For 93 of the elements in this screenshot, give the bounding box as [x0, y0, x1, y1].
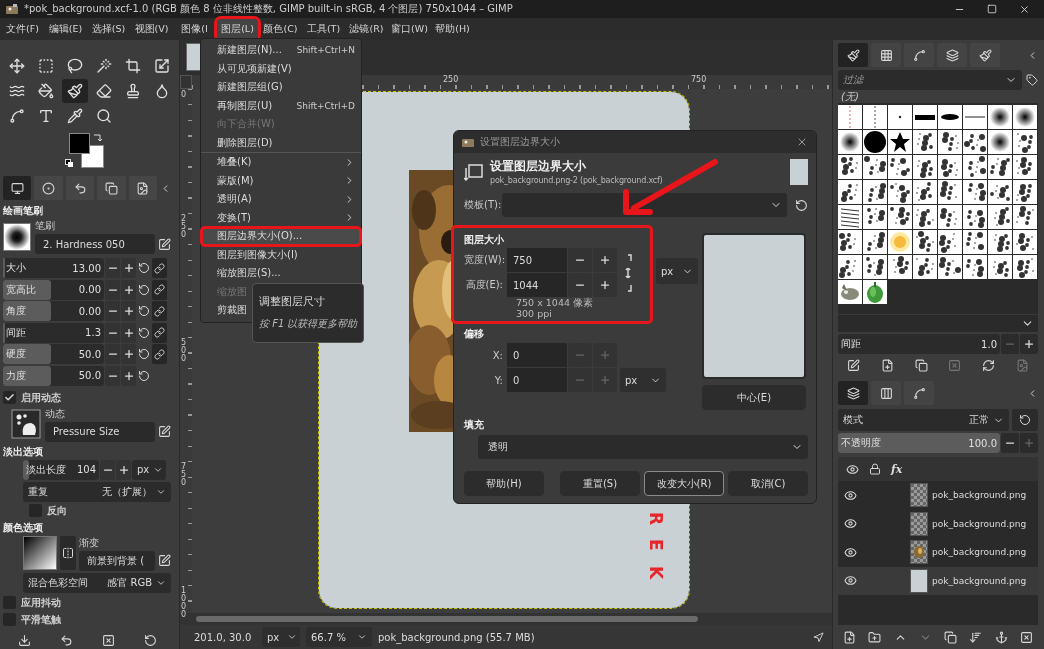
slider-field[interactable]: 不透明度 100.0	[838, 433, 1000, 453]
slider-field[interactable]: 硬度 50.0	[3, 344, 104, 364]
menu-item[interactable]: 工具(T)	[303, 19, 344, 39]
fill-dropdown[interactable]: 透明	[478, 435, 808, 459]
center-button[interactable]: 中心(E)	[702, 385, 806, 410]
field-label: 高度(E):	[464, 278, 504, 292]
menu-item[interactable]: 帮助(H)	[432, 19, 473, 39]
checkbox-label: 反向	[47, 503, 67, 518]
menu-item[interactable]: 滤镜(R)	[346, 19, 387, 39]
brush-field[interactable]: 2. Hardness 050	[35, 234, 155, 254]
menu-item[interactable]: 从可见项新建(V)	[201, 59, 361, 78]
gradient-field[interactable]: 前景到背景 (	[79, 550, 155, 571]
dialog-button[interactable]: 帮助(H)	[464, 471, 544, 496]
slider-field[interactable]: 间距 1.0	[838, 334, 1000, 354]
field-label: X:	[491, 349, 504, 361]
section-heading: 淡出选项	[3, 444, 44, 459]
ruler-label: 0	[181, 91, 187, 99]
image-info: pok_background.png (55.7 MB)	[378, 631, 535, 643]
slider-field[interactable]: 力度 50.0	[3, 365, 104, 386]
menu-item[interactable]: 堆叠(K)	[201, 153, 361, 172]
layer-row[interactable]: pok_background.png	[838, 566, 1038, 595]
checkbox-label: 应用抖动	[21, 595, 61, 610]
ruler-label: 250	[443, 76, 459, 84]
dialog-button[interactable]: 改变大小(R)	[644, 471, 724, 496]
menu-item[interactable]: 视图(V)	[131, 19, 172, 39]
menu-item[interactable]: 图层边界大小(O)...	[201, 227, 361, 246]
number-field[interactable]: 1044	[507, 273, 567, 297]
layer-row[interactable]: pok_background.png	[838, 481, 1038, 510]
dynamics-field[interactable]: Pressure Size	[45, 421, 155, 442]
ruler-label: 1000	[181, 587, 187, 619]
slider-field[interactable]: 大小 13.00	[3, 258, 104, 278]
pixel-size-text: 750 x 1044 像素	[516, 297, 594, 308]
menu-item[interactable]: 颜色(C)	[260, 19, 301, 39]
dialog-button[interactable]: 取消(C)	[728, 471, 808, 496]
filter-field[interactable]: 过滤	[838, 70, 1022, 90]
ruler-label: 750	[691, 76, 707, 84]
layer-row[interactable]: pok_background.png	[838, 538, 1038, 567]
menu-item[interactable]: 选择(S)	[88, 19, 129, 39]
checkbox-label: 平滑笔触	[21, 612, 61, 627]
mode-dropdown[interactable]: 模式 正常	[838, 409, 1009, 431]
field-label: 动态	[45, 406, 66, 421]
section-heading: 颜色选项	[3, 520, 44, 535]
menu-item[interactable]: 文件(F)	[2, 19, 43, 39]
slider-field[interactable]: 宽高比 0.00	[3, 279, 104, 300]
menu-item[interactable]: 透明(A)	[201, 190, 361, 209]
resolution-text: 300 ppi	[516, 308, 553, 319]
checkbox-label: 启用动态	[21, 390, 61, 405]
menu-item[interactable]: 窗口(W)	[389, 19, 430, 39]
dialog-heading: 设置图层边界大小	[490, 158, 587, 175]
menu-item[interactable]: 编辑(E)	[45, 19, 86, 39]
field-label: 笔刷	[35, 219, 56, 233]
image-letter: K	[647, 565, 665, 580]
tag-label: (无)	[841, 91, 860, 103]
unit-dropdown[interactable]: px	[620, 368, 666, 392]
ruler-label: 250	[181, 215, 187, 239]
blend-dropdown[interactable]: 混合色彩空间 感官 RGB	[23, 572, 171, 593]
menu-item[interactable]: 图像(I	[174, 19, 215, 39]
section-heading: 绘画笔刷	[3, 204, 44, 218]
field-label: Y:	[493, 374, 504, 386]
number-field[interactable]: 750	[507, 248, 567, 272]
effects-label: fx	[891, 462, 903, 476]
slider-field[interactable]: 角度 0.00	[3, 301, 104, 321]
repeat-dropdown[interactable]: 重复 无（扩展）	[23, 481, 171, 502]
field-label: 宽度(W):	[464, 253, 506, 267]
slider-field[interactable]: 淡出长度 104	[23, 459, 99, 480]
ruler-label: 500	[181, 339, 187, 363]
pointer-coordinates: 201.0, 30.0	[194, 631, 253, 643]
section-heading: 图层大小	[464, 233, 505, 247]
unit-dropdown[interactable]: px	[262, 627, 300, 647]
dialog-title: 设置图层边界大小	[480, 135, 560, 149]
menu-item[interactable]: 变换(T)	[201, 208, 361, 227]
menu-item[interactable]: 删除图层(D)	[201, 133, 361, 152]
image-letter: E	[647, 538, 665, 553]
menu-item[interactable]: 缩放图层(S)...	[201, 264, 361, 283]
dialog-button[interactable]: 重置(S)	[560, 471, 640, 496]
ruler-label: 750	[181, 463, 187, 487]
image-letter: R	[647, 511, 665, 526]
menu-item[interactable]: 再制图层(U) Shift+Ctrl+D	[201, 96, 361, 115]
unit-dropdown[interactable]: px	[656, 258, 698, 284]
unit-dropdown[interactable]: px	[132, 459, 166, 480]
menu-item[interactable]: 图层(L)	[217, 19, 258, 39]
section-heading: 填充	[464, 418, 485, 432]
window-title: *pok_background.xcf-1.0 (RGB 颜色 8 位非线性整数, GIMP built-in sRGB, 4 个图层) 750x1044 – GIMP	[24, 2, 513, 16]
field-label: 渐变	[79, 535, 100, 550]
layer-row[interactable]: pok_background.png	[838, 509, 1038, 538]
menu-item[interactable]: 图层到图像大小(I)	[201, 245, 361, 264]
dialog-subtitle: pok_background.png-2 (pok_background.xcf)	[490, 176, 664, 185]
tooltip: 调整图层尺寸 按 F1 以获得更多帮助	[252, 283, 364, 343]
menu-item[interactable]: 蒙版(M)	[201, 171, 361, 190]
zoom-dropdown[interactable]: 66.7 %	[306, 627, 372, 647]
slider-field[interactable]: 间距 1.3	[3, 322, 104, 343]
menu-item[interactable]: 新建图层(N)... Shift+Ctrl+N	[201, 41, 361, 60]
section-heading: 偏移	[464, 327, 485, 341]
